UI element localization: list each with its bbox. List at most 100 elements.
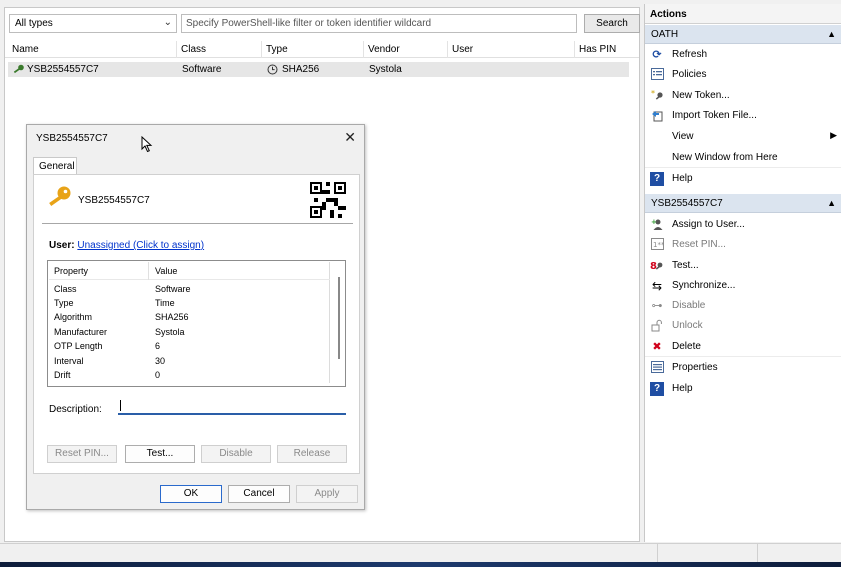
test-icon: 8 bbox=[650, 259, 664, 273]
column-divider[interactable] bbox=[447, 41, 448, 58]
action-help-token[interactable]: ? Help bbox=[645, 379, 841, 399]
action-reset-pin[interactable]: 1** Reset PIN... bbox=[645, 235, 841, 255]
clock-icon bbox=[267, 64, 278, 78]
section-header-token[interactable]: YSB2554557C7 ▲ bbox=[645, 194, 841, 213]
divider bbox=[645, 167, 841, 168]
filter-input[interactable]: Specify PowerShell-like filter or token … bbox=[181, 14, 577, 33]
action-policies[interactable]: Policies bbox=[645, 65, 841, 85]
row-class: Software bbox=[182, 64, 222, 75]
filter-placeholder: Specify PowerShell-like filter or token … bbox=[186, 18, 432, 29]
column-header-user[interactable]: User bbox=[452, 44, 473, 55]
column-divider[interactable] bbox=[574, 41, 575, 58]
column-header-vendor[interactable]: Vendor bbox=[368, 44, 400, 55]
property-name: Class bbox=[54, 284, 77, 294]
action-properties[interactable]: Properties bbox=[645, 358, 841, 378]
property-name: OTP Length bbox=[54, 341, 103, 351]
property-value: Software bbox=[155, 284, 191, 294]
ok-button[interactable]: OK bbox=[160, 485, 222, 503]
sync-icon: ⇆ bbox=[651, 279, 663, 293]
action-help[interactable]: ? Help bbox=[645, 169, 841, 189]
action-label: Disable bbox=[672, 300, 706, 311]
key-icon bbox=[48, 185, 72, 210]
column-header-value[interactable]: Value bbox=[155, 266, 177, 276]
disable-button[interactable]: Disable bbox=[201, 445, 271, 463]
reset-pin-button[interactable]: Reset PIN... bbox=[47, 445, 117, 463]
chevron-down-icon: ⌄ bbox=[163, 17, 172, 28]
action-new-window-from-here[interactable]: New Window from Here bbox=[645, 148, 841, 168]
action-label: Assign to User... bbox=[672, 219, 745, 230]
action-synchronize[interactable]: ⇆ Synchronize... bbox=[645, 276, 841, 296]
action-disable[interactable]: ⊶ Disable bbox=[645, 296, 841, 316]
test-button[interactable]: Test... bbox=[125, 445, 195, 463]
action-new-token[interactable]: * New Token... bbox=[645, 86, 841, 106]
collapse-icon[interactable]: ▲ bbox=[827, 29, 836, 39]
text-caret bbox=[120, 400, 121, 411]
action-view[interactable]: View ▶ bbox=[645, 127, 841, 147]
column-divider[interactable] bbox=[261, 41, 262, 58]
description-input[interactable] bbox=[118, 398, 346, 415]
action-delete[interactable]: ✖ Delete bbox=[645, 337, 841, 357]
token-properties-dialog: YSB2554557C7 ✕ General YSB2554557C7 User… bbox=[26, 124, 365, 510]
action-import-token-file[interactable]: Import Token File... bbox=[645, 106, 841, 126]
close-icon[interactable]: ✕ bbox=[344, 129, 356, 146]
svg-text:+: + bbox=[651, 218, 657, 226]
property-row[interactable]: Type Time bbox=[49, 298, 330, 312]
action-assign-to-user[interactable]: + Assign to User... bbox=[645, 215, 841, 235]
import-icon bbox=[650, 109, 664, 123]
property-value: Systola bbox=[155, 327, 185, 337]
column-header-property[interactable]: Property bbox=[54, 266, 88, 276]
column-header-class[interactable]: Class bbox=[181, 44, 206, 55]
column-divider[interactable] bbox=[148, 262, 149, 280]
row-vendor: Systola bbox=[369, 64, 402, 75]
property-row[interactable]: OTP Length 6 bbox=[49, 341, 330, 355]
svg-text:*: * bbox=[651, 89, 655, 98]
user-assignment: User: Unassigned (Click to assign) bbox=[49, 240, 204, 251]
action-refresh[interactable]: ⟳ Refresh bbox=[645, 45, 841, 65]
type-filter-value: All types bbox=[15, 18, 53, 29]
svg-text:1**: 1** bbox=[653, 241, 664, 249]
apply-button[interactable]: Apply bbox=[296, 485, 358, 503]
action-unlock[interactable]: Unlock bbox=[645, 316, 841, 336]
dialog-title: YSB2554557C7 bbox=[36, 133, 108, 144]
action-label: View bbox=[672, 131, 694, 142]
property-row[interactable]: Class Software bbox=[49, 284, 330, 298]
collapse-icon[interactable]: ▲ bbox=[827, 198, 836, 208]
action-label: Help bbox=[672, 173, 693, 184]
unlock-icon bbox=[650, 319, 664, 333]
property-row[interactable]: Drift 0 bbox=[49, 370, 330, 384]
column-divider[interactable] bbox=[176, 41, 177, 58]
property-value: 30 bbox=[155, 356, 166, 366]
property-value: 0 bbox=[155, 370, 161, 380]
status-panel bbox=[657, 544, 757, 563]
property-row[interactable]: Manufacturer Systola bbox=[49, 327, 330, 341]
action-label: Policies bbox=[672, 69, 707, 80]
table-row[interactable]: YSB2554557C7 Software SHA256 Systola bbox=[8, 62, 629, 77]
action-test[interactable]: 8 Test... bbox=[645, 256, 841, 276]
status-bar bbox=[0, 543, 841, 563]
divider bbox=[645, 356, 841, 357]
cancel-button[interactable]: Cancel bbox=[228, 485, 290, 503]
property-name: Algorithm bbox=[54, 312, 93, 322]
help-icon: ? bbox=[650, 172, 664, 186]
token-name: YSB2554557C7 bbox=[78, 195, 150, 206]
release-button[interactable]: Release bbox=[277, 445, 347, 463]
property-row[interactable]: Interval 30 bbox=[49, 356, 330, 370]
column-header-has-pin[interactable]: Has PIN bbox=[579, 44, 616, 55]
property-value: Time bbox=[155, 298, 175, 308]
property-name: Drift bbox=[54, 370, 71, 380]
search-button[interactable]: Search bbox=[584, 14, 640, 33]
properties-list[interactable]: Property Value Class Software Type Time Al… bbox=[47, 260, 346, 387]
tab-general[interactable]: General bbox=[33, 157, 77, 175]
column-header-type[interactable]: Type bbox=[266, 44, 288, 55]
property-name: Interval bbox=[54, 356, 84, 366]
section-header-oath[interactable]: OATH ▲ bbox=[645, 25, 841, 44]
disable-icon: ⊶ bbox=[651, 300, 663, 312]
type-filter-select[interactable]: All types ⌄ bbox=[9, 14, 177, 33]
assign-user-link[interactable]: Unassigned (Click to assign) bbox=[77, 240, 204, 251]
new-token-icon: * bbox=[650, 89, 664, 103]
column-header-name[interactable]: Name bbox=[12, 44, 39, 55]
column-divider[interactable] bbox=[363, 41, 364, 58]
scrollbar[interactable] bbox=[338, 277, 340, 359]
action-label: Help bbox=[672, 383, 693, 394]
property-row[interactable]: Algorithm SHA256 bbox=[49, 312, 330, 326]
